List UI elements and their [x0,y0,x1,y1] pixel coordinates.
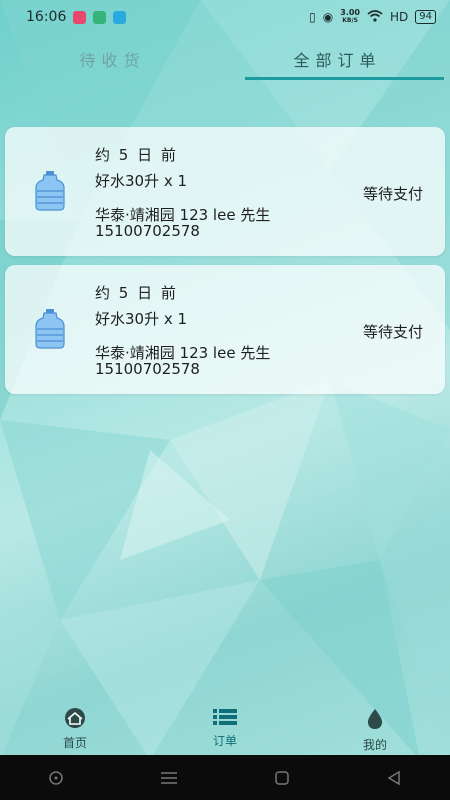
order-status: 等待支付 [362,185,423,203]
vibrate-icon: ▯ [309,10,316,24]
order-time: 约 5 日 前 [95,146,178,164]
status-bar: 16:06 ▯ ◉ 3.00 KB/S HD 94 [0,0,450,34]
drop-icon [367,709,383,729]
nav-home[interactable]: 首页 [0,700,150,755]
water-bottle-icon [35,309,65,349]
tab-pending-receipt[interactable]: 待收货 [0,34,225,82]
order-status: 等待支付 [362,323,423,341]
water-bottle-icon [35,171,65,211]
clock: 16:06 [26,9,67,25]
speed-app-notification-icon [113,10,127,24]
tab-all-orders[interactable]: 全部订单 [225,34,450,82]
menu-icon[interactable] [160,771,178,785]
wifi-icon [367,9,383,25]
list-icon [213,709,237,725]
order-product: 好水30升 x 1 [95,172,188,190]
nav-orders[interactable]: 订单 [150,700,300,755]
order-card[interactable]: 约 5 日 前 好水30升 x 1 华泰·靖湘园 123 lee 先生 1510… [5,127,445,256]
order-tabs: 待收货 全部订单 [0,34,450,82]
order-phone: 15100702578 [95,222,200,240]
system-navigation-bar [0,755,450,800]
nav-orders-label: 订单 [212,734,237,748]
order-product: 好水30升 x 1 [95,310,188,328]
order-time: 约 5 日 前 [95,284,178,302]
bottom-navigation: 首页 订单 我的 [0,700,450,755]
order-list: 约 5 日 前 好水30升 x 1 华泰·靖湘园 123 lee 先生 1510… [5,127,445,403]
assistant-icon[interactable] [48,770,64,786]
nav-home-label: 首页 [62,736,87,750]
nav-profile-label: 我的 [362,738,387,752]
active-tab-indicator [245,77,444,80]
home-icon [65,708,85,728]
network-type: HD [390,10,409,24]
home-square-icon[interactable] [274,770,290,786]
nav-profile[interactable]: 我的 [300,700,450,755]
back-icon[interactable] [386,770,402,786]
battery-icon: 94 [415,10,436,24]
order-phone: 15100702578 [95,360,200,378]
location-icon: ◉ [322,10,334,24]
files-app-notification-icon [93,10,107,24]
video-app-notification-icon [73,10,87,24]
net-speed: 3.00 KB/S [340,8,360,25]
order-card[interactable]: 约 5 日 前 好水30升 x 1 华泰·靖湘园 123 lee 先生 1510… [5,265,445,394]
